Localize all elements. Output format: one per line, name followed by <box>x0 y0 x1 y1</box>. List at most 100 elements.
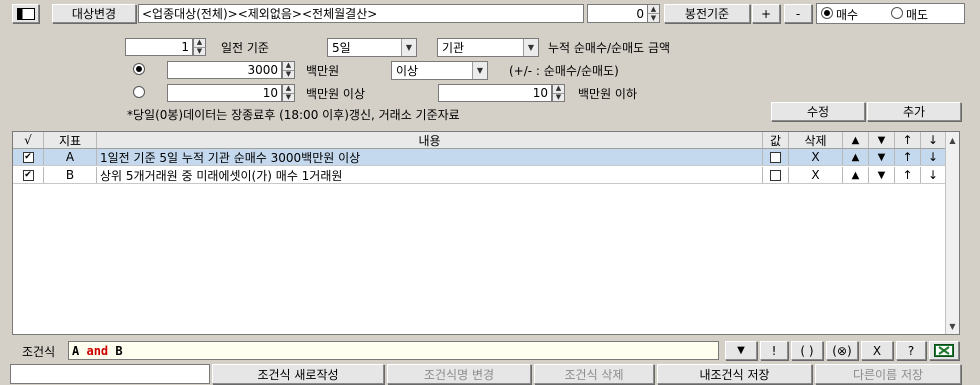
buy-radio[interactable] <box>821 7 833 19</box>
spin-down-icon[interactable]: ▼ <box>194 46 205 56</box>
rename-condition-button[interactable]: 조건식명 변경 <box>387 364 531 384</box>
condition-name-input[interactable] <box>10 364 210 384</box>
scroll-up-icon[interactable]: ▲ <box>946 133 959 147</box>
row-move-down-tri-button[interactable]: ▼ <box>869 149 895 165</box>
amount-mode-radio[interactable] <box>133 63 145 75</box>
dropdown-arrow-icon[interactable]: ▼ <box>472 62 487 79</box>
row-enable-checkbox[interactable]: ✔ <box>22 169 34 181</box>
sign-note-label: (+/- : 순매수/순매도) <box>509 64 619 78</box>
row-move-down-button[interactable]: ↓ <box>921 167 946 183</box>
amount-input[interactable]: 3000 <box>167 61 282 79</box>
count-spinner[interactable]: ▲ ▼ <box>647 4 660 23</box>
col-move-up-tri: ▲ <box>843 132 869 148</box>
grid-header: √ 지표 내용 값 삭제 ▲ ▼ ↑ ↓ <box>13 132 946 149</box>
sum-label: 누적 순매수/순매도 금액 <box>548 41 671 55</box>
range-from-spinner[interactable]: ▲ ▼ <box>282 84 295 102</box>
row-delete-button[interactable]: X <box>789 149 843 165</box>
grid-scrollbar[interactable]: ▲ ▼ <box>945 132 959 334</box>
col-value: 값 <box>763 132 789 148</box>
plus-button[interactable]: + <box>752 4 780 23</box>
expression-input[interactable]: A and B <box>68 341 719 360</box>
row-move-up-tri-button[interactable]: ▲ <box>843 149 869 165</box>
col-delete: 삭제 <box>789 132 843 148</box>
spin-down-icon[interactable]: ▼ <box>648 13 659 22</box>
excel-icon <box>934 344 954 357</box>
expr-term-b: B <box>115 343 123 358</box>
add-button[interactable]: 추가 <box>867 102 961 121</box>
range-from-unit-label: 백만원 이상 <box>306 87 366 101</box>
modify-button[interactable]: 수정 <box>771 102 865 121</box>
row-move-up-tri-button[interactable]: ▲ <box>843 167 869 183</box>
expr-operator: and <box>86 343 109 358</box>
range-to-unit-label: 백만원 이하 <box>578 87 638 101</box>
new-condition-button[interactable]: 조건식 새로작성 <box>212 364 384 384</box>
spin-up-icon[interactable]: ▲ <box>648 5 659 13</box>
row-value-cell[interactable] <box>763 149 789 165</box>
col-move-down-tri: ▼ <box>869 132 895 148</box>
delete-condition-button[interactable]: 조건식 삭제 <box>534 364 654 384</box>
spin-up-icon[interactable]: ▲ <box>553 85 564 93</box>
spin-down-icon[interactable]: ▼ <box>283 92 294 102</box>
table-row[interactable]: ✔ A 1일전 기준 5일 누적 기관 순매수 3000백만원 이상 X ▲ ▼… <box>13 149 946 166</box>
row-move-down-tri-button[interactable]: ▼ <box>869 167 895 183</box>
expr-not-button[interactable]: ! <box>760 341 788 360</box>
range-to-spinner[interactable]: ▲ ▼ <box>552 84 565 102</box>
row-move-down-button[interactable]: ↓ <box>921 149 946 165</box>
row-id: B <box>44 167 97 183</box>
count-input[interactable]: 0 <box>587 4 648 23</box>
range-from-input[interactable]: 10 <box>167 84 282 102</box>
spin-up-icon[interactable]: ▲ <box>194 39 205 47</box>
period-select[interactable]: 5일 ▼ <box>327 38 417 57</box>
days-spinner[interactable]: ▲ ▼ <box>193 38 206 56</box>
expr-help-button[interactable]: ? <box>896 341 926 360</box>
dropdown-arrow-icon[interactable]: ▼ <box>523 39 538 56</box>
expr-clear-button[interactable]: X <box>861 341 893 360</box>
dropdown-arrow-icon[interactable]: ▼ <box>401 39 416 56</box>
col-indicator: 지표 <box>44 132 97 148</box>
save-condition-button[interactable]: 내조건식 저장 <box>657 364 812 384</box>
row-value-checkbox[interactable] <box>770 169 781 181</box>
spin-down-icon[interactable]: ▼ <box>283 69 294 79</box>
sell-label: 매도 <box>906 8 929 22</box>
row-enable-cell[interactable]: ✔ <box>13 167 44 183</box>
expr-dropdown-button[interactable]: ▼ <box>725 341 757 360</box>
amount-spinner[interactable]: ▲ ▼ <box>282 61 295 79</box>
row-content[interactable]: 상위 5개거래원 중 미래에셋이(가) 매수 1거래원 <box>97 167 763 183</box>
expr-paren-button[interactable]: ( ) <box>791 341 823 360</box>
investor-select[interactable]: 기관 ▼ <box>437 38 539 57</box>
condition-grid[interactable]: √ 지표 내용 값 삭제 ▲ ▼ ↑ ↓ ✔ A 1일전 기준 5일 누적 기관… <box>12 131 960 335</box>
sell-radio[interactable] <box>891 7 903 19</box>
row-move-up-button[interactable]: ↑ <box>895 149 921 165</box>
range-to-input[interactable]: 10 <box>438 84 552 102</box>
col-move-down-arrow: ↓ <box>921 132 946 148</box>
panel-toggle-button[interactable] <box>12 4 39 23</box>
minus-button[interactable]: - <box>784 4 812 23</box>
amount-unit-label: 백만원 <box>306 64 340 78</box>
row-move-up-button[interactable]: ↑ <box>895 167 921 183</box>
expr-remove-paren-button[interactable]: (⊗) <box>826 341 858 360</box>
compare-select[interactable]: 이상 ▼ <box>391 61 488 80</box>
bong-basis-button[interactable]: 봉전기준 <box>664 4 750 23</box>
buy-label: 매수 <box>836 8 859 22</box>
days-suffix-label: 일전 기준 <box>221 41 269 55</box>
days-input[interactable]: 1 <box>125 38 193 56</box>
spin-up-icon[interactable]: ▲ <box>283 85 294 93</box>
compare-value: 이상 <box>396 64 419 78</box>
spin-down-icon[interactable]: ▼ <box>553 92 564 102</box>
target-path-field[interactable]: <업종대상(전체)><제외없음><전체월결산> <box>138 4 584 23</box>
table-row[interactable]: ✔ B 상위 5개거래원 중 미래에셋이(가) 매수 1거래원 X ▲ ▼ ↑ … <box>13 167 946 184</box>
row-content[interactable]: 1일전 기준 5일 누적 기관 순매수 3000백만원 이상 <box>97 149 763 165</box>
expression-label: 조건식 <box>22 345 56 359</box>
row-delete-button[interactable]: X <box>789 167 843 183</box>
excel-export-button[interactable] <box>929 341 959 360</box>
save-as-button[interactable]: 다른이름 저장 <box>815 364 961 384</box>
row-value-checkbox[interactable] <box>770 151 781 163</box>
row-value-cell[interactable] <box>763 167 789 183</box>
row-enable-checkbox[interactable]: ✔ <box>22 151 34 163</box>
range-mode-radio[interactable] <box>133 86 145 98</box>
spin-up-icon[interactable]: ▲ <box>283 62 294 70</box>
scroll-down-icon[interactable]: ▼ <box>946 319 959 333</box>
col-check: √ <box>13 132 44 148</box>
target-change-button[interactable]: 대상변경 <box>52 4 136 23</box>
row-enable-cell[interactable]: ✔ <box>13 149 44 165</box>
